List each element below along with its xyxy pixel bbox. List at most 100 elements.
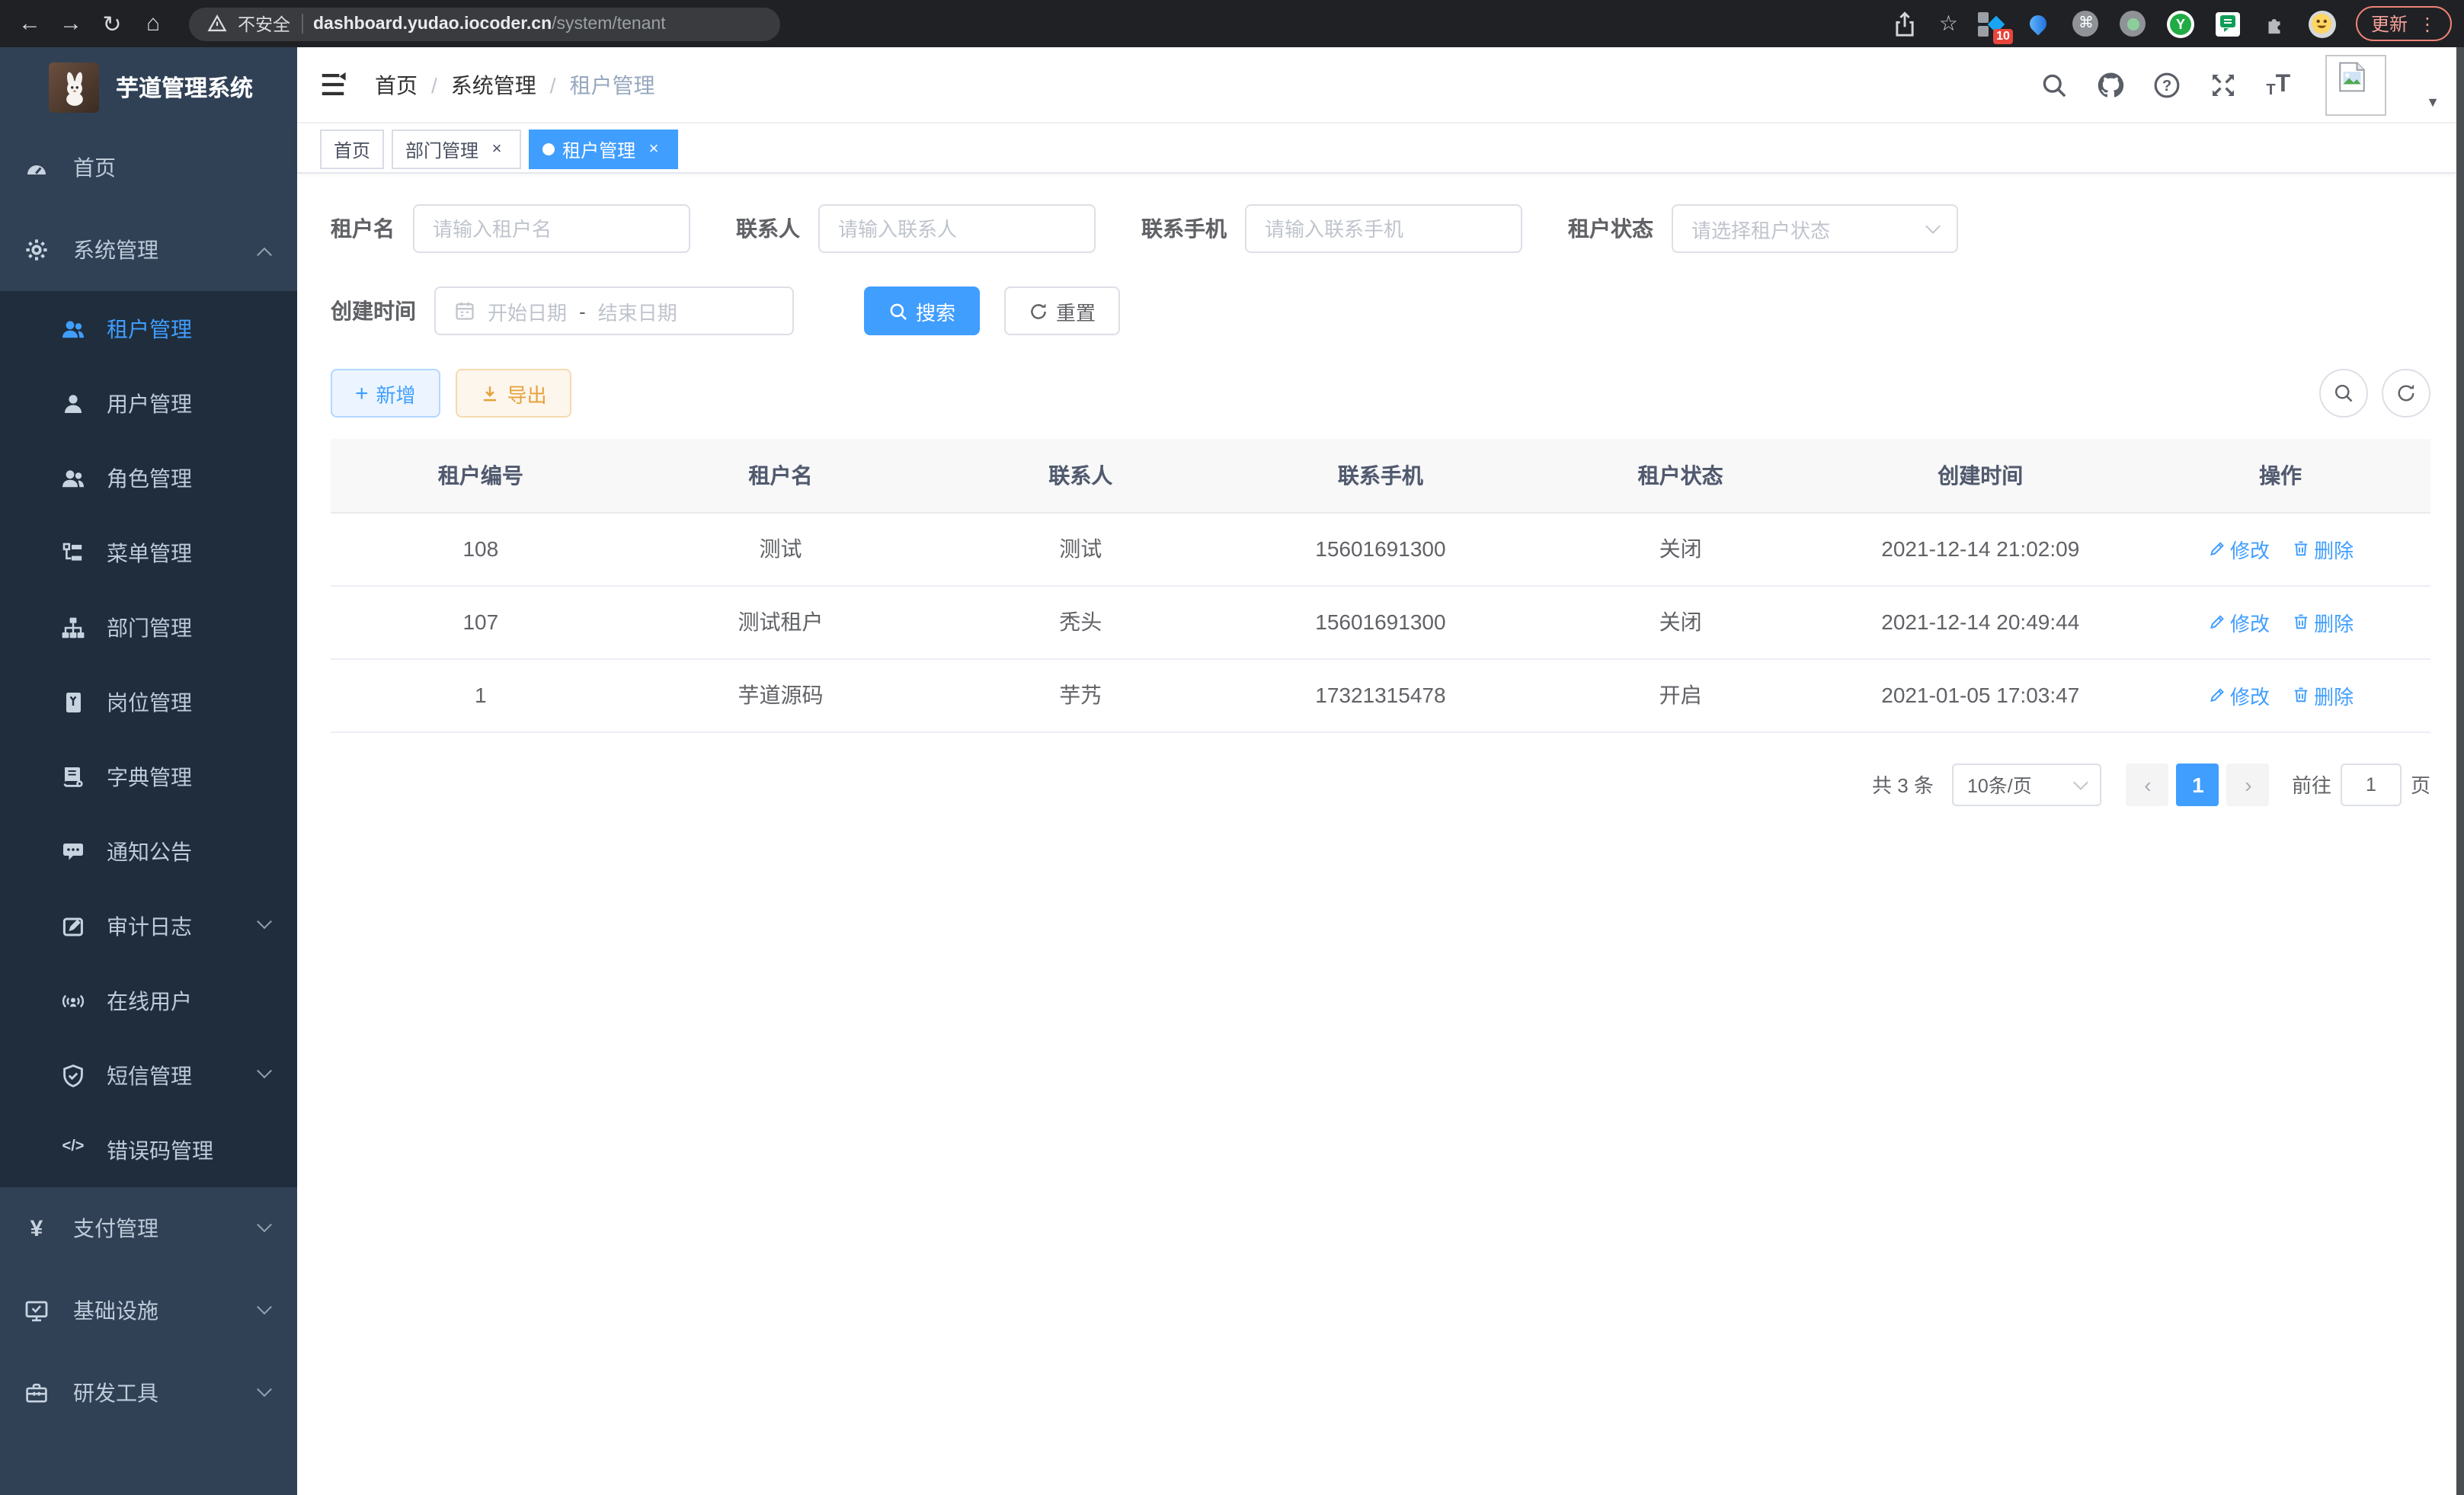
- contact-input[interactable]: [838, 217, 1076, 240]
- navbar: 首页 / 系统管理 / 租户管理 ?: [297, 47, 2464, 123]
- next-page-button[interactable]: ›: [2227, 763, 2270, 805]
- filter-create-time: 创建时间 开始日期 - 结束日期: [331, 287, 794, 335]
- star-icon[interactable]: ☆: [1939, 11, 1958, 37]
- tab-home[interactable]: 首页: [320, 130, 384, 169]
- sidebar-item-users[interactable]: 用户管理: [0, 366, 297, 440]
- kebab-menu-icon[interactable]: ⋮: [2418, 13, 2437, 34]
- tenant-name-input[interactable]: [433, 217, 670, 240]
- filter-row-2: 创建时间 开始日期 - 结束日期: [331, 287, 2430, 335]
- create-time-label: 创建时间: [331, 296, 416, 326]
- address-bar[interactable]: 不安全 dashboard.yudao.iocoder.cn/system/te…: [189, 7, 780, 40]
- chevron-down-icon: [1925, 219, 1941, 234]
- browser-back-icon[interactable]: ←: [9, 11, 50, 37]
- edit-link[interactable]: 修改: [2207, 607, 2270, 636]
- close-icon[interactable]: ×: [643, 140, 664, 158]
- search-icon[interactable]: [2040, 71, 2068, 98]
- browser-home-icon[interactable]: ⌂: [133, 11, 174, 37]
- security-label: 不安全: [238, 11, 290, 36]
- emoji-face-icon: [2312, 14, 2332, 34]
- table-search-toggle-button[interactable]: [2319, 369, 2368, 418]
- browser-reload-icon[interactable]: ↻: [91, 10, 133, 37]
- sidebar-item-menus[interactable]: 菜单管理: [0, 515, 297, 590]
- add-button[interactable]: + 新增: [331, 369, 440, 418]
- sidebar-item-tenant[interactable]: 租户管理: [0, 291, 297, 366]
- fullscreen-icon[interactable]: [2210, 71, 2237, 98]
- tags-view-bar: 首页 部门管理 × 租户管理 ×: [297, 123, 2464, 174]
- col-tenant-name: 租户名: [631, 439, 931, 512]
- extensions-puzzle-icon[interactable]: [2261, 10, 2289, 37]
- svg-text:?: ?: [2162, 77, 2171, 94]
- browser-forward-icon[interactable]: →: [50, 11, 91, 37]
- broken-image-icon: [2338, 60, 2366, 92]
- contact-input-wrap: [818, 204, 1096, 253]
- sidebar-item-error-codes[interactable]: </> 错误码管理: [0, 1112, 297, 1187]
- font-size-icon[interactable]: TT: [2266, 71, 2290, 98]
- share-icon[interactable]: [1892, 10, 1919, 37]
- status-select[interactable]: 请选择租户状态: [1672, 204, 1958, 253]
- goto-page: 前往 页: [2292, 763, 2430, 805]
- github-icon[interactable]: [2097, 71, 2124, 98]
- extension-icon-chat[interactable]: [2214, 10, 2242, 37]
- delete-link[interactable]: 删除: [2291, 680, 2354, 709]
- tab-tenant[interactable]: 租户管理 ×: [529, 130, 678, 169]
- current-page-button[interactable]: 1: [2177, 763, 2219, 805]
- mobile-input[interactable]: [1265, 217, 1502, 240]
- sidebar-item-online-users[interactable]: 在线用户: [0, 963, 297, 1038]
- search-button[interactable]: 搜索: [864, 287, 980, 335]
- tab-departments[interactable]: 部门管理 ×: [392, 130, 521, 169]
- question-icon[interactable]: ?: [2153, 71, 2181, 98]
- shield-icon: [61, 1063, 85, 1087]
- filter-tenant-name: 租户名: [331, 204, 690, 253]
- sidebar-item-home[interactable]: 首页: [0, 126, 297, 209]
- page-size-select[interactable]: 10条/页: [1952, 763, 2101, 805]
- sidebar-item-infrastructure[interactable]: 基础设施: [0, 1269, 297, 1352]
- cell-contact: 芋艿: [930, 658, 1230, 731]
- sidebar-item-dev-tools[interactable]: 研发工具: [0, 1352, 297, 1434]
- table-toolbar: + 新增 导出: [331, 369, 2430, 418]
- hamburger-fold-icon[interactable]: [318, 70, 347, 99]
- active-dot: [542, 143, 555, 155]
- breadcrumb-current: 租户管理: [570, 69, 655, 100]
- sidebar-item-departments[interactable]: 部门管理: [0, 590, 297, 664]
- extension-icon-grid-diamond[interactable]: 10: [1978, 10, 2005, 37]
- filter-mobile: 联系手机: [1141, 204, 1522, 253]
- sidebar-item-notice[interactable]: 通知公告: [0, 814, 297, 888]
- extension-icon-command[interactable]: ⌘: [2072, 10, 2100, 37]
- close-icon[interactable]: ×: [486, 140, 507, 158]
- sidebar-item-payment[interactable]: ¥ 支付管理: [0, 1187, 297, 1269]
- prev-page-button[interactable]: ‹: [2126, 763, 2169, 805]
- sidebar-item-roles[interactable]: 角色管理: [0, 440, 297, 515]
- extension-icon-green-dot[interactable]: [2120, 10, 2147, 37]
- sidebar-item-system[interactable]: 系统管理: [0, 209, 297, 291]
- caret-down-icon[interactable]: ▼: [2426, 94, 2440, 109]
- sidebar-item-posts[interactable]: 岗位管理: [0, 664, 297, 739]
- edit-link[interactable]: 修改: [2207, 534, 2270, 563]
- breadcrumb-home[interactable]: 首页: [375, 69, 418, 100]
- sidebar-item-dict[interactable]: 字典管理: [0, 739, 297, 814]
- extension-icon-blue-drop[interactable]: [2025, 10, 2053, 37]
- sidebar-item-audit-log[interactable]: 审计日志: [0, 888, 297, 963]
- app-logo-row[interactable]: 芋道管理系统: [0, 47, 297, 126]
- page-content: 租户名 联系人 联系手机: [297, 174, 2464, 805]
- cell-create-time: 2021-12-14 20:49:44: [1830, 585, 2130, 658]
- avatar[interactable]: [2325, 54, 2386, 115]
- refresh-icon: [1029, 301, 1048, 321]
- user-icon: [61, 391, 85, 415]
- breadcrumb-system[interactable]: 系统管理: [451, 69, 536, 100]
- delete-link[interactable]: 删除: [2291, 607, 2354, 636]
- extension-icon-emoji[interactable]: [2309, 10, 2336, 37]
- goto-page-input[interactable]: [2341, 763, 2402, 805]
- date-range-picker[interactable]: 开始日期 - 结束日期: [434, 287, 794, 335]
- sidebar: 芋道管理系统 首页 系统管理: [0, 47, 297, 1495]
- table-refresh-button[interactable]: [2382, 369, 2430, 418]
- edit-link[interactable]: 修改: [2207, 680, 2270, 709]
- delete-link[interactable]: 删除: [2291, 534, 2354, 563]
- start-date-placeholder: 开始日期: [488, 296, 567, 325]
- sidebar-item-sms[interactable]: 短信管理: [0, 1038, 297, 1112]
- export-button[interactable]: 导出: [456, 369, 571, 418]
- reset-button[interactable]: 重置: [1004, 287, 1120, 335]
- browser-update-button[interactable]: 更新 ⋮: [2356, 6, 2452, 41]
- extension-icon-y-logo[interactable]: Y: [2167, 10, 2194, 37]
- total-count: 共 3 条: [1872, 770, 1934, 799]
- yen-icon: ¥: [24, 1216, 49, 1240]
